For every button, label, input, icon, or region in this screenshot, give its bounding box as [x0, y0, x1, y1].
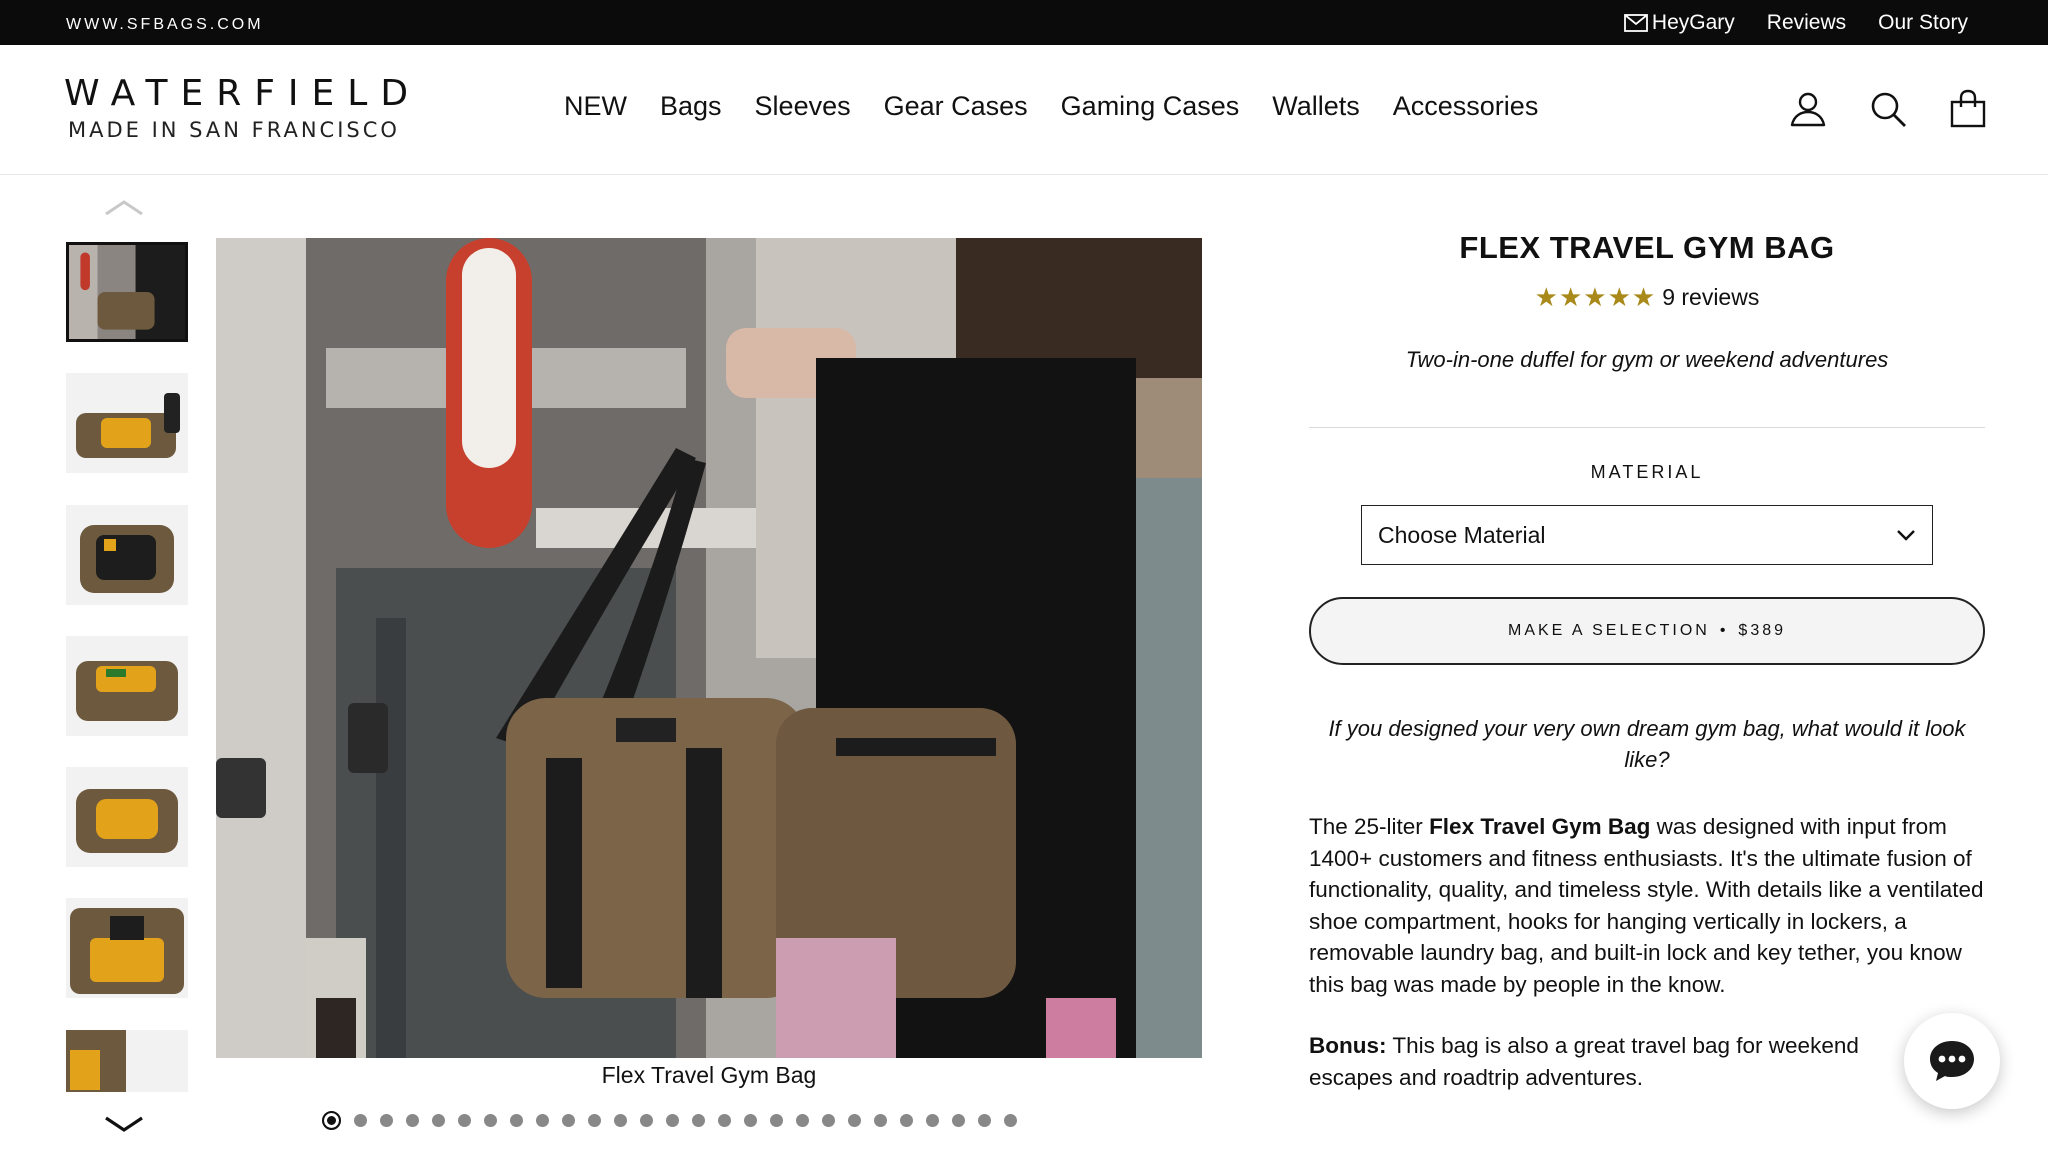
product-info: FLEX TRAVEL GYM BAG ★★★★★ 9 reviews Two-… — [1309, 230, 1985, 1093]
pagination-dot[interactable] — [322, 1111, 341, 1130]
pagination-dot[interactable] — [458, 1114, 471, 1127]
gallery-pagination — [322, 1111, 1017, 1130]
account-icon[interactable] — [1788, 89, 1828, 129]
material-selected-value: Choose Material — [1378, 521, 1546, 548]
pagination-dot[interactable] — [822, 1114, 835, 1127]
product-title: FLEX TRAVEL GYM BAG — [1459, 230, 1835, 265]
chat-icon — [1930, 1041, 1974, 1081]
button-separator: • — [1719, 622, 1729, 639]
pagination-dot[interactable] — [744, 1114, 757, 1127]
chevron-down-icon — [1897, 530, 1915, 541]
pagination-dot[interactable] — [796, 1114, 809, 1127]
button-label: MAKE A SELECTION — [1507, 622, 1710, 639]
pagination-dot[interactable] — [900, 1114, 913, 1127]
pagination-dot[interactable] — [718, 1114, 731, 1127]
header-icons — [1788, 89, 1988, 129]
main-nav: NEW Bags Sleeves Gear Cases Gaming Cases… — [564, 91, 1538, 122]
mail-icon — [1624, 13, 1648, 32]
nav-sleeves[interactable]: Sleeves — [755, 91, 851, 122]
search-icon[interactable] — [1868, 89, 1908, 129]
heygary-label: HeyGary — [1651, 10, 1735, 34]
make-selection-button[interactable]: MAKE A SELECTION • $389 — [1309, 597, 1985, 665]
thumbs-down-arrow[interactable] — [100, 1110, 148, 1138]
desc-intro: The 25-liter — [1309, 814, 1430, 839]
main-product-image[interactable] — [216, 238, 1202, 1058]
desc-product-name: Flex Travel Gym Bag — [1429, 814, 1651, 839]
nav-new[interactable]: NEW — [564, 91, 627, 122]
pagination-dot[interactable] — [354, 1114, 367, 1127]
pagination-dot[interactable] — [432, 1114, 445, 1127]
thumbnail-2[interactable] — [66, 373, 188, 473]
pagination-dot[interactable] — [874, 1114, 887, 1127]
site-header: WATERFIELD MADE IN SAN FRANCISCO NEW Bag… — [0, 45, 2048, 175]
material-select[interactable]: Choose Material — [1361, 505, 1933, 565]
heygary-link[interactable]: HeyGary — [1624, 11, 1735, 35]
pagination-dot[interactable] — [952, 1114, 965, 1127]
pagination-dot[interactable] — [588, 1114, 601, 1127]
material-label: MATERIAL — [1590, 462, 1704, 482]
thumbnail-3[interactable] — [66, 505, 188, 605]
bonus-text: This bag is also a great travel bag for … — [1309, 1033, 1859, 1090]
logo-brand: WATERFIELD — [64, 73, 422, 114]
announcement-bar: WWW.SFBAGS.COM HeyGary Reviews Our Story — [0, 0, 2048, 45]
pagination-dot[interactable] — [770, 1114, 783, 1127]
pagination-dot[interactable] — [666, 1114, 679, 1127]
topbar-links: HeyGary Reviews Our Story — [1624, 0, 1968, 45]
thumbnail-6[interactable] — [66, 898, 188, 998]
desc-body: was designed with input from 1400+ custo… — [1309, 814, 1984, 997]
nav-accessories[interactable]: Accessories — [1393, 91, 1539, 122]
pagination-dot[interactable] — [406, 1114, 419, 1127]
cart-icon[interactable] — [1948, 89, 1988, 129]
product-price: $389 — [1738, 622, 1787, 639]
pagination-dot[interactable] — [380, 1114, 393, 1127]
nav-bags[interactable]: Bags — [660, 91, 722, 122]
logo[interactable]: WATERFIELD MADE IN SAN FRANCISCO — [64, 73, 421, 142]
pagination-dot[interactable] — [562, 1114, 575, 1127]
product-bonus: Bonus: This bag is also a great travel b… — [1309, 1030, 1909, 1093]
product-question: If you designed your very own dream gym … — [1328, 716, 1966, 772]
pagination-dot[interactable] — [1004, 1114, 1017, 1127]
product-photo — [216, 238, 1202, 1058]
nav-gear-cases[interactable]: Gear Cases — [884, 91, 1028, 122]
product-rating[interactable]: ★★★★★ 9 reviews — [1309, 282, 1985, 313]
pagination-dot[interactable] — [692, 1114, 705, 1127]
divider — [1309, 427, 1985, 428]
product-description: The 25-liter Flex Travel Gym Bag was des… — [1309, 811, 1985, 1000]
pagination-dot[interactable] — [536, 1114, 549, 1127]
pagination-dot[interactable] — [640, 1114, 653, 1127]
thumbnail-4[interactable] — [66, 636, 188, 736]
logo-tagline: MADE IN SAN FRANCISCO — [68, 118, 400, 142]
pagination-dot[interactable] — [614, 1114, 627, 1127]
nav-gaming-cases[interactable]: Gaming Cases — [1061, 91, 1240, 122]
reviews-link[interactable]: Reviews — [1767, 11, 1846, 35]
site-url: WWW.SFBAGS.COM — [66, 16, 264, 33]
review-count[interactable]: 9 reviews — [1662, 284, 1759, 311]
pagination-dot[interactable] — [848, 1114, 861, 1127]
our-story-link[interactable]: Our Story — [1878, 11, 1968, 35]
thumbnail-5[interactable] — [66, 767, 188, 867]
chat-button[interactable] — [1904, 1013, 2000, 1109]
thumbs-up-arrow[interactable] — [100, 194, 148, 222]
star-rating-icons: ★★★★★ — [1534, 282, 1657, 312]
pagination-dot[interactable] — [978, 1114, 991, 1127]
thumbnail-1[interactable] — [66, 242, 188, 342]
product-subtitle: Two-in-one duffel for gym or weekend adv… — [1405, 347, 1889, 372]
pagination-dot[interactable] — [484, 1114, 497, 1127]
image-caption: Flex Travel Gym Bag — [601, 1062, 817, 1088]
thumbnail-7[interactable] — [66, 1030, 188, 1092]
pagination-dot[interactable] — [926, 1114, 939, 1127]
nav-wallets[interactable]: Wallets — [1272, 91, 1360, 122]
bonus-label: Bonus: — [1309, 1033, 1387, 1058]
pagination-dot[interactable] — [510, 1114, 523, 1127]
